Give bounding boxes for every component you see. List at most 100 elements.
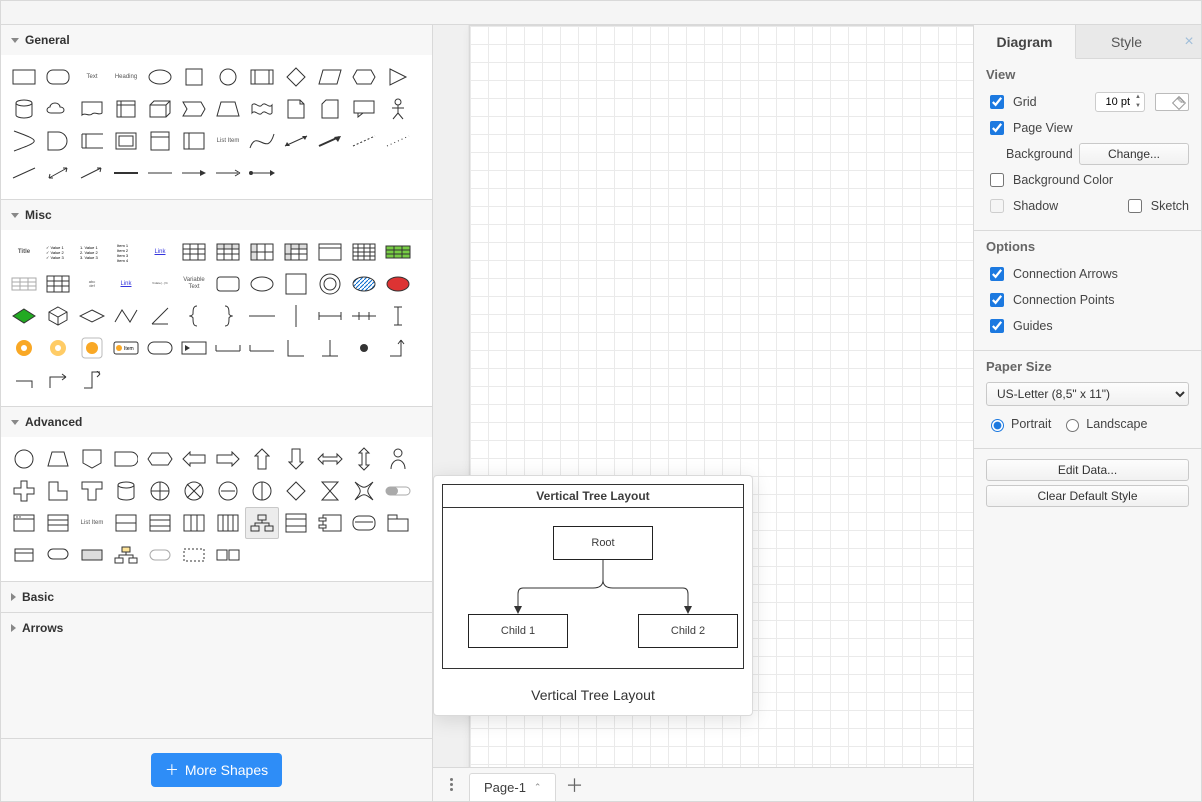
bgcolor-checkbox[interactable] xyxy=(990,173,1004,187)
shape-datastore[interactable] xyxy=(75,125,109,157)
shape-elbow-up[interactable] xyxy=(381,332,415,364)
shape-and[interactable] xyxy=(41,125,75,157)
shape-text[interactable]: Text xyxy=(75,61,109,93)
shape-red-ellipse[interactable] xyxy=(381,268,415,300)
shape-three-cols[interactable] xyxy=(177,507,211,539)
shape-diamond[interactable] xyxy=(279,61,313,93)
shape-rounded-label[interactable] xyxy=(143,539,177,571)
shape-flat-diamond[interactable] xyxy=(75,300,109,332)
shape-callout[interactable] xyxy=(347,93,381,125)
conn-points-checkbox[interactable] xyxy=(990,293,1004,307)
shape-measure-h[interactable] xyxy=(313,300,347,332)
shape-display[interactable] xyxy=(143,443,177,475)
shape-vr[interactable] xyxy=(279,300,313,332)
shape-line[interactable] xyxy=(7,157,41,189)
shape-brace-left[interactable] xyxy=(177,300,211,332)
shape-arrow-h-open[interactable] xyxy=(211,157,245,189)
shape-tape[interactable] xyxy=(245,93,279,125)
shape-note[interactable] xyxy=(279,93,313,125)
shape-plain-grid[interactable] xyxy=(41,268,75,300)
section-general[interactable]: General xyxy=(1,25,432,55)
shape-zigzag[interactable] xyxy=(109,300,143,332)
conn-arrows-checkbox[interactable] xyxy=(990,267,1004,281)
shape-bidir-arrow[interactable] xyxy=(279,125,313,157)
shape-half-bar[interactable] xyxy=(245,332,279,364)
shape-stadium[interactable] xyxy=(143,332,177,364)
shape-rect[interactable] xyxy=(7,61,41,93)
shape-angle[interactable] xyxy=(143,300,177,332)
sketch-checkbox[interactable] xyxy=(1128,199,1142,213)
shape-plus[interactable] xyxy=(7,475,41,507)
shape-dir-open-arrow[interactable] xyxy=(75,157,109,189)
shape-elbow-arrow[interactable] xyxy=(41,364,75,396)
shape-tree-layout[interactable] xyxy=(245,507,279,539)
shape-small-class[interactable] xyxy=(7,539,41,571)
paper-size-select[interactable]: US-Letter (8,5" x 11") xyxy=(986,382,1189,406)
shape-cols-block[interactable] xyxy=(211,507,245,539)
shape-step-arrow[interactable] xyxy=(75,364,109,396)
shape-l-shape[interactable] xyxy=(41,475,75,507)
shape-circle[interactable] xyxy=(211,61,245,93)
shape-t-shape[interactable] xyxy=(75,475,109,507)
shape-timestamp[interactable]: %date{...}% xyxy=(143,268,177,300)
shape-arrow-thick[interactable] xyxy=(313,125,347,157)
shape-hourglass[interactable] xyxy=(313,475,347,507)
shape-or[interactable] xyxy=(7,125,41,157)
shape-arrow-right-block[interactable] xyxy=(211,443,245,475)
shape-list-box[interactable] xyxy=(41,507,75,539)
shape-parallelogram[interactable] xyxy=(313,61,347,93)
shape-ellipse[interactable] xyxy=(143,61,177,93)
grid-color-swatch[interactable]: ✎ xyxy=(1155,93,1189,111)
shape-detail-grid[interactable] xyxy=(7,268,41,300)
shape-num-list[interactable]: 1. Value 12. Value 23. Value 3 xyxy=(75,236,109,268)
shape-label-box[interactable]: Item xyxy=(109,332,143,364)
shape-delay[interactable] xyxy=(109,443,143,475)
shape-rounded-rect[interactable] xyxy=(41,61,75,93)
shape-tee[interactable] xyxy=(313,332,347,364)
section-misc[interactable]: Misc xyxy=(1,199,432,230)
shape-elbow-l[interactable] xyxy=(7,364,41,396)
shape-cube[interactable] xyxy=(143,93,177,125)
shape-rect-grey[interactable] xyxy=(75,539,109,571)
tab-style[interactable]: Style xyxy=(1076,25,1177,59)
page-tab-1[interactable]: Page-1 ⌃ xyxy=(469,773,556,801)
shape-concave[interactable] xyxy=(347,475,381,507)
shape-table-header[interactable] xyxy=(211,236,245,268)
shape-process[interactable] xyxy=(245,61,279,93)
shape-triangle[interactable] xyxy=(381,61,415,93)
shape-adv-trap[interactable] xyxy=(41,443,75,475)
stepper-down-icon[interactable]: ▼ xyxy=(1132,102,1144,111)
close-panel-button[interactable]: × xyxy=(1177,25,1201,59)
shape-table-side[interactable] xyxy=(245,236,279,268)
shape-list-item-block[interactable]: List Item xyxy=(75,507,109,539)
shape-circle-x[interactable] xyxy=(177,475,211,507)
shape-arrow-h-filled[interactable] xyxy=(177,157,211,189)
shape-square[interactable] xyxy=(177,61,211,93)
shape-internal-storage[interactable] xyxy=(109,93,143,125)
shape-diamond-outline[interactable] xyxy=(279,475,313,507)
shape-cube-iso[interactable] xyxy=(41,300,75,332)
section-arrows[interactable]: Arrows xyxy=(1,612,432,643)
shape-green-diamond[interactable] xyxy=(7,300,41,332)
shape-browser[interactable] xyxy=(7,507,41,539)
shape-variable[interactable]: Variable Text xyxy=(177,268,211,300)
shape-corner[interactable] xyxy=(279,332,313,364)
shape-cylinder[interactable] xyxy=(7,93,41,125)
landscape-radio[interactable] xyxy=(1066,419,1079,432)
shape-double-circle[interactable] xyxy=(313,268,347,300)
shape-arrow-up-block[interactable] xyxy=(245,443,279,475)
section-advanced[interactable]: Advanced xyxy=(1,406,432,437)
shape-table[interactable] xyxy=(177,236,211,268)
shape-hatch-ellipse[interactable] xyxy=(347,268,381,300)
shape-gear-orange[interactable] xyxy=(7,332,41,364)
shape-arrow-lr-block[interactable] xyxy=(313,443,347,475)
shape-line-h[interactable] xyxy=(109,157,143,189)
shape-rows-block[interactable] xyxy=(109,507,143,539)
shape-class-block[interactable] xyxy=(279,507,313,539)
shape-line-h-thin[interactable] xyxy=(143,157,177,189)
shape-table-both[interactable] xyxy=(279,236,313,268)
shape-green-grid[interactable] xyxy=(381,236,415,268)
shape-bidir-open-arrow[interactable] xyxy=(41,157,75,189)
shape-curve[interactable] xyxy=(245,125,279,157)
shape-link-2[interactable]: Link xyxy=(109,268,143,300)
